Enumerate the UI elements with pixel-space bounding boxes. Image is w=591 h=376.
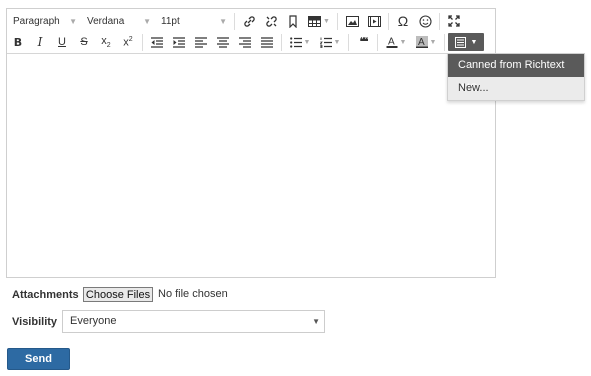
indent-button[interactable] (168, 33, 190, 51)
smiley-icon (418, 14, 432, 28)
chevron-down-icon: ▼ (312, 317, 320, 326)
chevron-down-icon: ▼ (429, 38, 437, 46)
fullscreen-icon (448, 15, 460, 27)
toolbar-separator (444, 33, 445, 51)
subscript-button[interactable]: x2 (95, 33, 117, 51)
toolbar-separator (377, 33, 378, 51)
visibility-select-value: Everyone (70, 315, 117, 327)
media-icon (367, 15, 381, 27)
canned-responses-menu: Canned from Richtext IMS New... (447, 53, 585, 101)
emoticons-button[interactable] (414, 12, 436, 30)
menu-item-canned-richtext-ims[interactable]: Canned from Richtext IMS (448, 54, 584, 94)
chevron-down-icon: ▼ (303, 38, 311, 46)
unlink-icon (265, 15, 277, 27)
underline-button[interactable]: U (51, 33, 73, 51)
template-icon (454, 36, 466, 48)
align-right-button[interactable] (234, 33, 256, 51)
subscript-icon: x2 (101, 34, 111, 50)
toolbar-separator (348, 33, 349, 51)
insert-image-button[interactable] (341, 12, 363, 30)
align-center-icon (217, 36, 229, 48)
remove-link-button[interactable] (260, 12, 282, 30)
anchor-button[interactable] (282, 12, 304, 30)
bullet-list-button[interactable]: ▼ (285, 33, 315, 51)
superscript-icon: x2 (123, 35, 133, 49)
fullscreen-button[interactable] (443, 12, 465, 30)
send-button[interactable]: Send (7, 348, 70, 370)
text-color-button[interactable]: A ▼ (381, 33, 411, 51)
align-justify-button[interactable] (256, 33, 278, 51)
indent-icon (173, 36, 185, 48)
toolbar-separator (439, 12, 440, 30)
editor-toolbar: Paragraph ▼ Verdana ▼ 11pt ▼ ▼ Ω B I U S… (7, 9, 495, 54)
special-character-button[interactable]: Ω (392, 12, 414, 30)
svg-text:A: A (418, 37, 425, 48)
table-icon (308, 15, 322, 27)
format-select[interactable]: Paragraph ▼ (7, 12, 81, 30)
align-justify-icon (261, 36, 273, 48)
superscript-button[interactable]: x2 (117, 33, 139, 51)
toolbar-separator (281, 33, 282, 51)
format-select-value: Paragraph (13, 15, 60, 27)
chevron-down-icon: ▼ (219, 16, 227, 26)
text-color-icon: A (386, 37, 398, 48)
canned-responses-button[interactable]: ▼ (448, 33, 484, 51)
align-left-button[interactable] (190, 33, 212, 51)
toolbar-separator (337, 12, 338, 30)
table-button[interactable]: ▼ (304, 12, 334, 30)
strikethrough-icon: S (80, 36, 88, 48)
bullet-list-icon (289, 36, 302, 48)
bold-icon: B (13, 35, 23, 49)
align-right-icon (239, 36, 251, 48)
italic-icon: I (37, 35, 43, 49)
chevron-down-icon: ▼ (143, 16, 151, 26)
italic-button[interactable]: I (29, 33, 51, 51)
attachments-label: Attachments (12, 289, 79, 301)
insert-media-button[interactable] (363, 12, 385, 30)
chevron-down-icon: ▼ (399, 38, 407, 46)
align-left-icon (195, 36, 207, 48)
toolbar-row-1: Paragraph ▼ Verdana ▼ 11pt ▼ ▼ Ω (7, 10, 465, 32)
rich-text-editor: Paragraph ▼ Verdana ▼ 11pt ▼ ▼ Ω B I U S… (6, 8, 496, 278)
insert-link-button[interactable] (238, 12, 260, 30)
toolbar-separator (234, 12, 235, 30)
background-color-button[interactable]: A ▼ (411, 33, 441, 51)
toolbar-row-2: B I U S x2 x2 ▼ ▼ ❝❝ A ▼ A ▼ ▼ (7, 31, 484, 53)
image-icon (345, 15, 359, 27)
numbered-list-icon (319, 37, 332, 48)
underline-icon: U (58, 36, 66, 48)
svg-text:A: A (388, 37, 395, 48)
quote-icon: ❝❝ (359, 36, 369, 48)
menu-item-new[interactable]: New... (448, 77, 584, 100)
bold-button[interactable]: B (7, 33, 29, 51)
file-status-text: No file chosen (158, 288, 228, 300)
font-size-select[interactable]: 11pt ▼ (155, 12, 231, 30)
strikethrough-button[interactable]: S (73, 33, 95, 51)
choose-files-button[interactable]: Choose Files (83, 287, 153, 302)
editor-content-area[interactable] (7, 54, 495, 277)
link-icon (243, 15, 255, 27)
font-family-select[interactable]: Verdana ▼ (81, 12, 155, 30)
chevron-down-icon: ▼ (323, 17, 330, 25)
align-center-button[interactable] (212, 33, 234, 51)
chevron-down-icon: ▼ (333, 38, 341, 46)
highlight-color-icon: A (415, 36, 428, 48)
toolbar-separator (142, 33, 143, 51)
chevron-down-icon: ▼ (470, 38, 478, 46)
font-family-value: Verdana (87, 15, 125, 27)
bookmark-icon (289, 14, 297, 28)
visibility-select[interactable]: Everyone ▼ (62, 310, 325, 333)
blockquote-button[interactable]: ❝❝ (352, 33, 374, 51)
toolbar-separator (388, 12, 389, 30)
visibility-label: Visibility (12, 316, 58, 328)
omega-icon: Ω (397, 13, 409, 29)
numbered-list-button[interactable]: ▼ (315, 33, 345, 51)
outdent-icon (151, 36, 163, 48)
chevron-down-icon: ▼ (69, 16, 77, 26)
font-size-value: 11pt (161, 15, 180, 27)
outdent-button[interactable] (146, 33, 168, 51)
